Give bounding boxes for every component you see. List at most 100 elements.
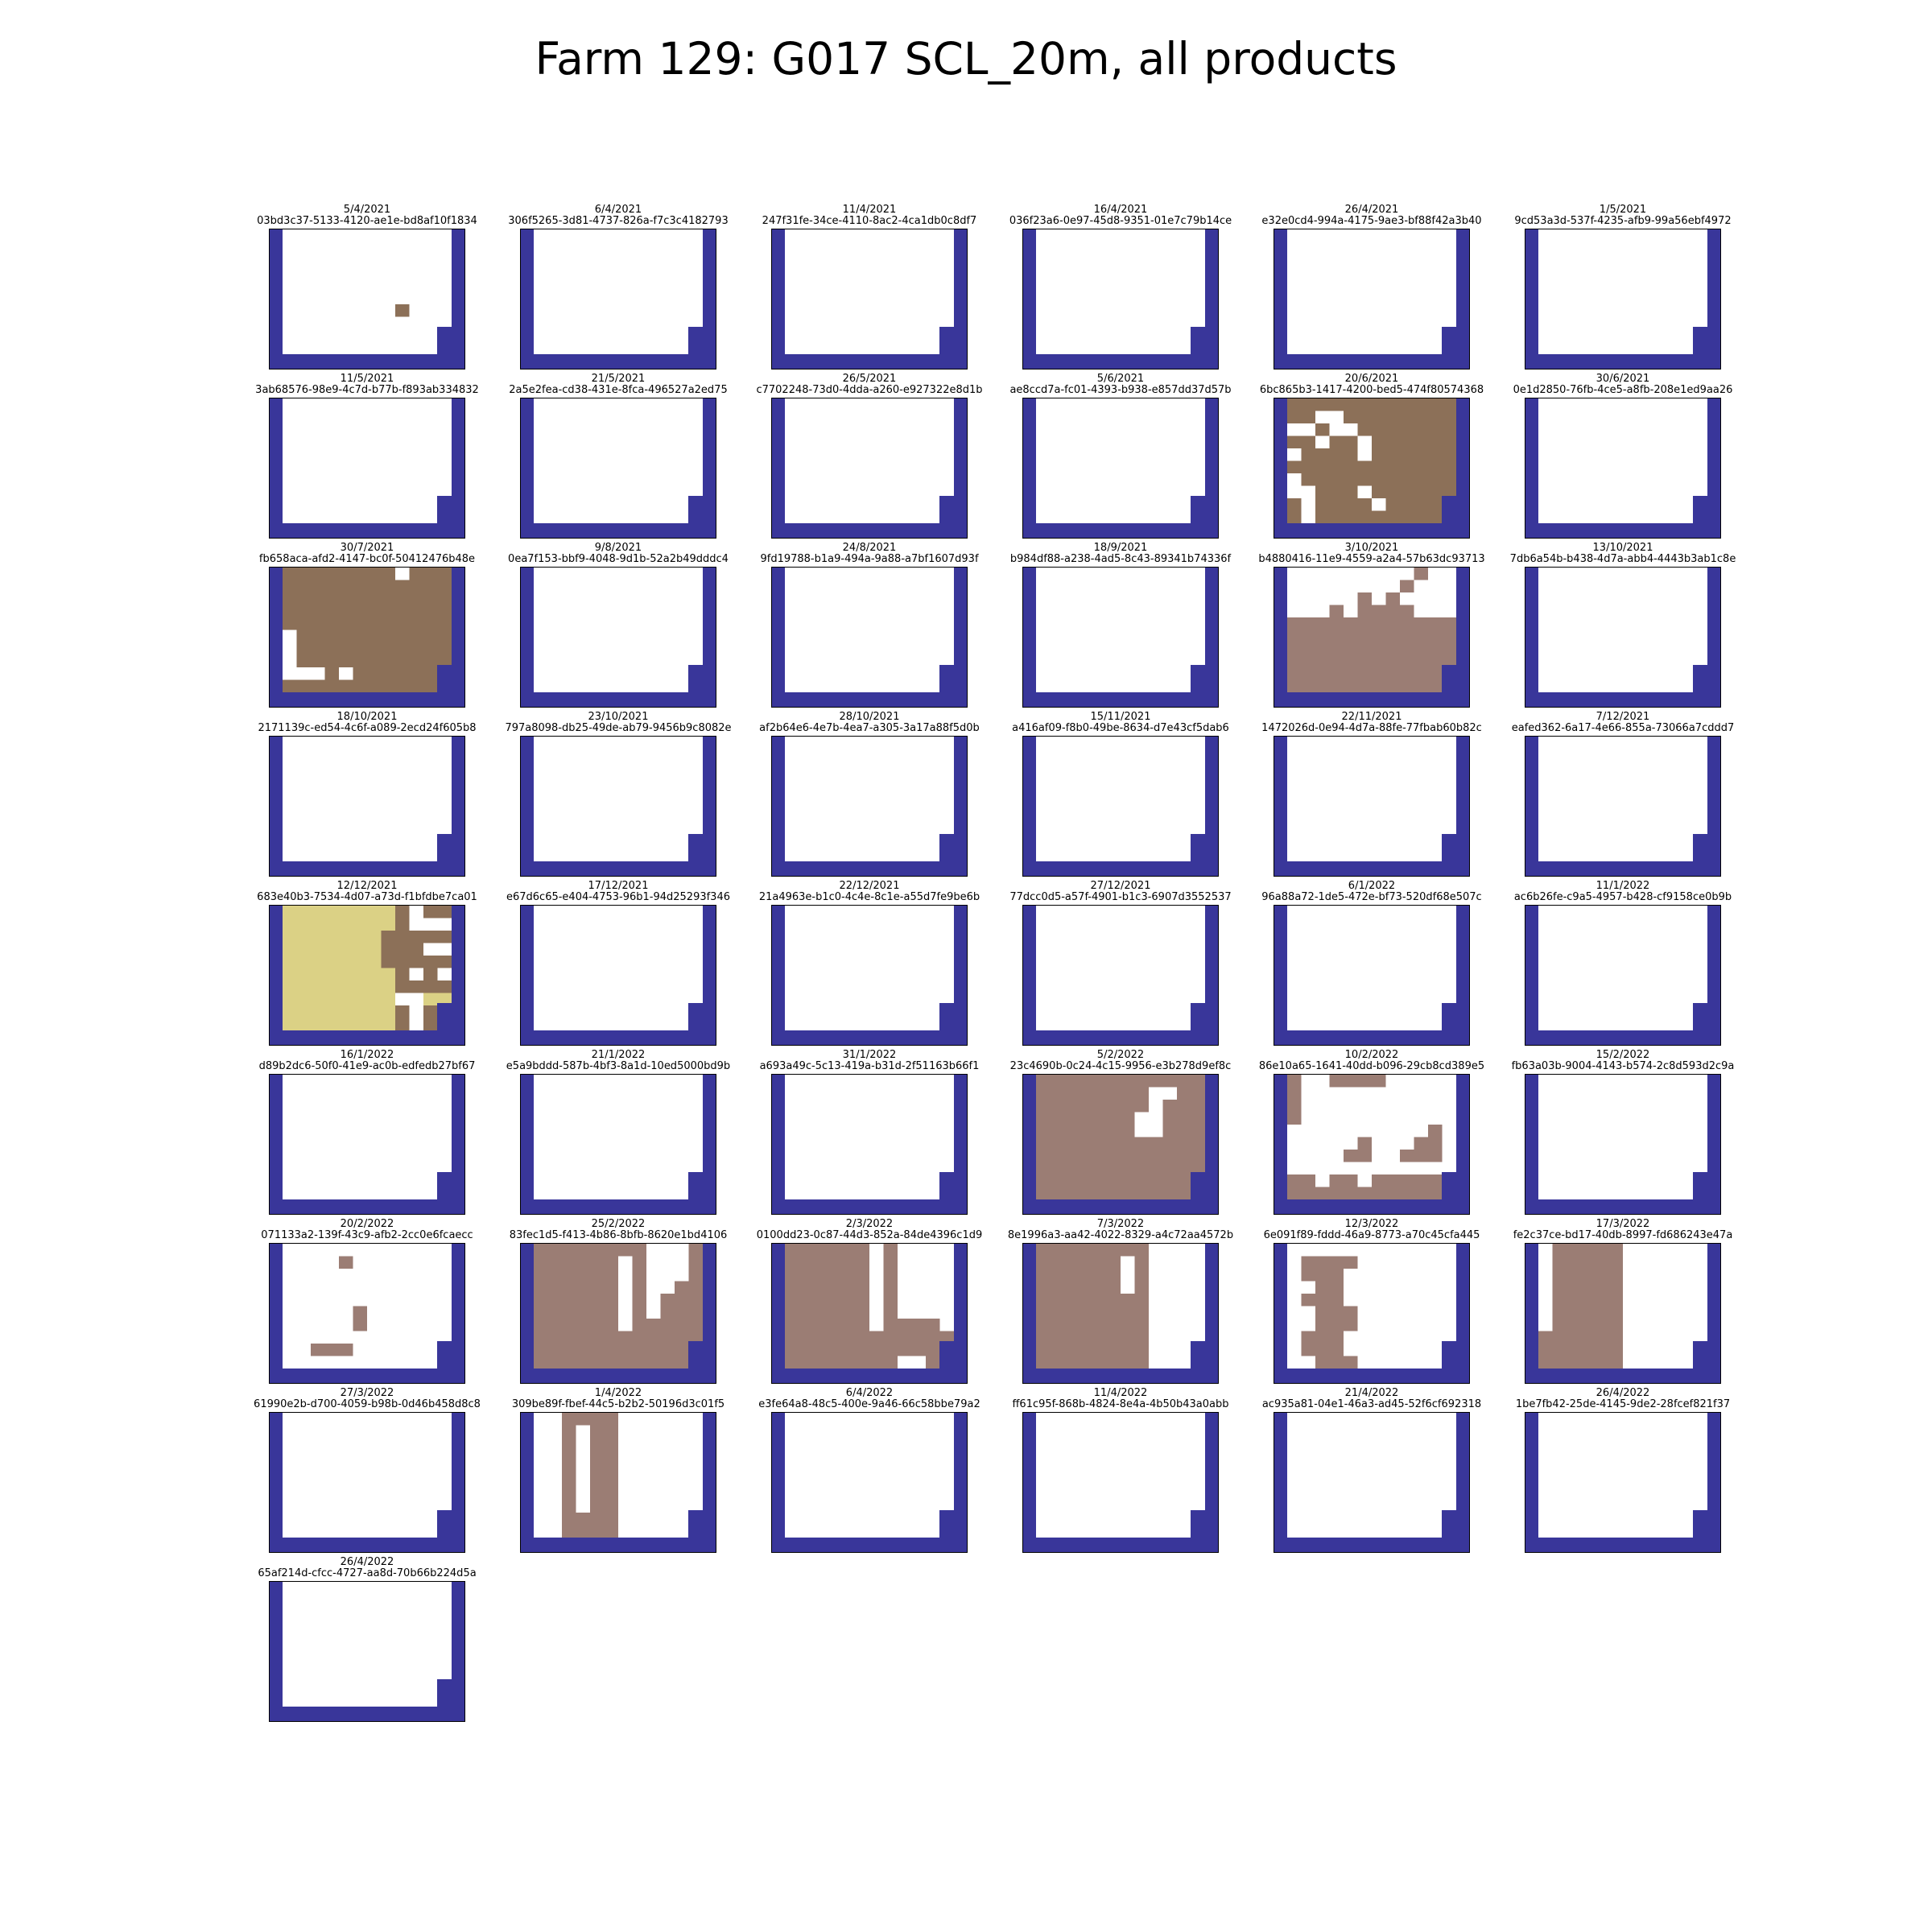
panel-date: 24/8/2021 <box>842 542 897 554</box>
nodata-bottom-band <box>1023 692 1218 707</box>
panel-product-id: 036f23a6-0e97-45d8-9351-01e7c79b14ce <box>1009 215 1232 227</box>
scene-panel: 15/11/2021 a416af09-f8b0-49be-8634-d7e43c… <box>1012 712 1229 877</box>
nodata-corner-notch <box>437 1003 464 1045</box>
nodata-left-band <box>270 1075 283 1214</box>
scene-panel: 27/12/2021 77dcc0d5-a57f-4901-b1c3-6907d3… <box>1009 881 1232 1046</box>
clear-area <box>1525 229 1720 369</box>
panel-product-id: b4880416-11e9-4559-a2a4-57b63dc93713 <box>1258 553 1485 565</box>
clear-area <box>270 398 464 538</box>
scene-panel: 18/10/2021 2171139c-ed54-4c6f-a089-2ecd24… <box>258 712 477 877</box>
nodata-left-band <box>772 229 785 369</box>
scene-panel: 6/4/2021 306f5265-3d81-4737-826a-f7c3c418… <box>508 204 729 369</box>
nodata-left-band <box>270 398 283 538</box>
panel-date: 21/1/2022 <box>591 1049 646 1061</box>
nodata-corner-notch <box>688 1341 716 1383</box>
scl-map-svg <box>772 906 967 1045</box>
scl-pixel-cloud <box>590 1413 605 1476</box>
scl-map <box>1525 229 1721 369</box>
scl-pixel-cloud <box>1414 1137 1443 1150</box>
figure-title: Farm 129: G017 SCL_20m, all products <box>535 33 1397 85</box>
scene-panel: 11/4/2021 247f31fe-34ce-4110-8ac2-4ca1db0… <box>762 204 976 369</box>
panel-product-id: 7db6a54b-b438-4d7a-abb4-4443b3ab1c8e <box>1509 553 1736 565</box>
panel-date: 11/5/2021 <box>340 373 394 385</box>
scl-map <box>1525 1074 1721 1215</box>
panel-date: 26/4/2022 <box>1596 1387 1650 1399</box>
clear-area <box>521 1075 716 1214</box>
scl-map-svg <box>1525 1244 1720 1383</box>
scl-map <box>1022 1412 1219 1553</box>
scl-map <box>269 1074 465 1215</box>
nodata-bottom-band <box>1525 1030 1720 1045</box>
panel-date: 15/11/2021 <box>1090 711 1151 723</box>
scl-pixel-bare <box>395 304 410 317</box>
scl-map <box>520 398 716 539</box>
scl-pixel-clear <box>898 1356 926 1368</box>
nodata-left-band <box>270 1244 283 1383</box>
scene-panel: 16/4/2021 036f23a6-0e97-45d8-9351-01e7c79… <box>1009 204 1232 369</box>
panel-product-id: ae8ccd7a-fc01-4393-b938-e857dd37d57b <box>1009 384 1232 396</box>
panel-date: 31/1/2022 <box>842 1049 897 1061</box>
scl-pixel-clear <box>1315 411 1344 423</box>
nodata-bottom-band <box>270 1538 464 1552</box>
panel-date: 13/10/2021 <box>1592 542 1653 554</box>
scene-panel: 24/8/2021 9fd19788-b1a9-494a-9a88-a7bf160… <box>760 543 979 708</box>
scene-panel: 15/2/2022 fb63a03b-9004-4143-b574-2c8d593… <box>1512 1050 1734 1215</box>
scene-panel: 1/5/2021 9cd53a3d-537f-4235-afb9-99a56ebf… <box>1514 204 1732 369</box>
clear-area <box>1023 906 1218 1045</box>
nodata-corner-notch <box>1191 1341 1218 1383</box>
scl-map <box>1525 567 1721 708</box>
clear-area <box>521 398 716 538</box>
scl-map <box>771 1074 968 1215</box>
panel-date: 26/4/2022 <box>340 1556 394 1568</box>
nodata-left-band <box>1525 906 1538 1045</box>
panel-product-id: 309be89f-fbef-44c5-b2b2-50196d3c01f5 <box>511 1398 725 1410</box>
nodata-left-band <box>270 568 283 707</box>
scene-panel: 13/10/2021 7db6a54b-b438-4d7a-abb4-4443b3… <box>1510 543 1736 708</box>
scene-panel: 26/4/2022 65af214d-cfcc-4727-aa8d-70b66b2… <box>258 1557 477 1722</box>
panel-date: 5/4/2021 <box>343 204 391 216</box>
panel-date: 30/6/2021 <box>1596 373 1650 385</box>
clear-area <box>1274 229 1469 369</box>
nodata-left-band <box>270 906 283 1045</box>
nodata-bottom-band <box>1274 354 1469 369</box>
panel-product-id: 6bc865b3-1417-4200-bed5-474f80574368 <box>1259 384 1484 396</box>
scl-pixel-clear <box>1329 423 1358 436</box>
scl-pixel-clear <box>1121 1256 1135 1294</box>
scl-pixel-clear <box>1301 485 1315 498</box>
nodata-bottom-band <box>1525 1368 1720 1383</box>
scl-map <box>269 1243 465 1384</box>
panel-date: 15/2/2022 <box>1596 1049 1650 1061</box>
scl-map-svg <box>1274 737 1469 876</box>
scl-pixel-cloud <box>1287 1075 1302 1125</box>
nodata-bottom-band <box>1023 861 1218 876</box>
panel-product-id: a416af09-f8b0-49be-8634-d7e43cf5dab6 <box>1012 722 1229 734</box>
nodata-corner-notch <box>437 1510 464 1552</box>
scl-pixel-clear <box>409 993 423 1030</box>
scl-pixel-clear <box>1287 592 1358 605</box>
scl-map <box>1274 1412 1470 1553</box>
scl-map <box>771 736 968 877</box>
nodata-left-band <box>1023 1413 1036 1552</box>
panel-product-id: 797a8098-db25-49de-ab79-9456b9c8082e <box>505 722 732 734</box>
panel-product-id: 0100dd23-0c87-44d3-852a-84de4396c1d9 <box>756 1229 983 1241</box>
nodata-bottom-band <box>270 1199 464 1214</box>
scl-map-svg <box>772 1244 967 1383</box>
clear-area <box>521 906 716 1045</box>
nodata-corner-notch <box>437 327 464 369</box>
scene-panel: 22/12/2021 21a4963e-b1c0-4c4e-8c1e-a55d7f… <box>759 881 980 1046</box>
scl-pixel-cloud <box>1357 1137 1372 1150</box>
nodata-left-band <box>1525 1413 1538 1552</box>
scl-map-svg <box>772 398 967 538</box>
nodata-bottom-band <box>270 861 464 876</box>
scl-map-svg <box>521 568 716 707</box>
nodata-corner-notch <box>1693 1172 1720 1214</box>
scl-pixel-cloud <box>311 1344 353 1356</box>
nodata-corner-notch <box>688 1510 716 1552</box>
nodata-corner-notch <box>1442 496 1469 538</box>
scl-pixel-cloud <box>1552 1244 1623 1368</box>
scl-map <box>1022 229 1219 369</box>
nodata-left-band <box>1525 737 1538 876</box>
nodata-left-band <box>772 1413 785 1552</box>
nodata-corner-notch <box>939 1510 967 1552</box>
panel-date: 7/12/2021 <box>1596 711 1650 723</box>
